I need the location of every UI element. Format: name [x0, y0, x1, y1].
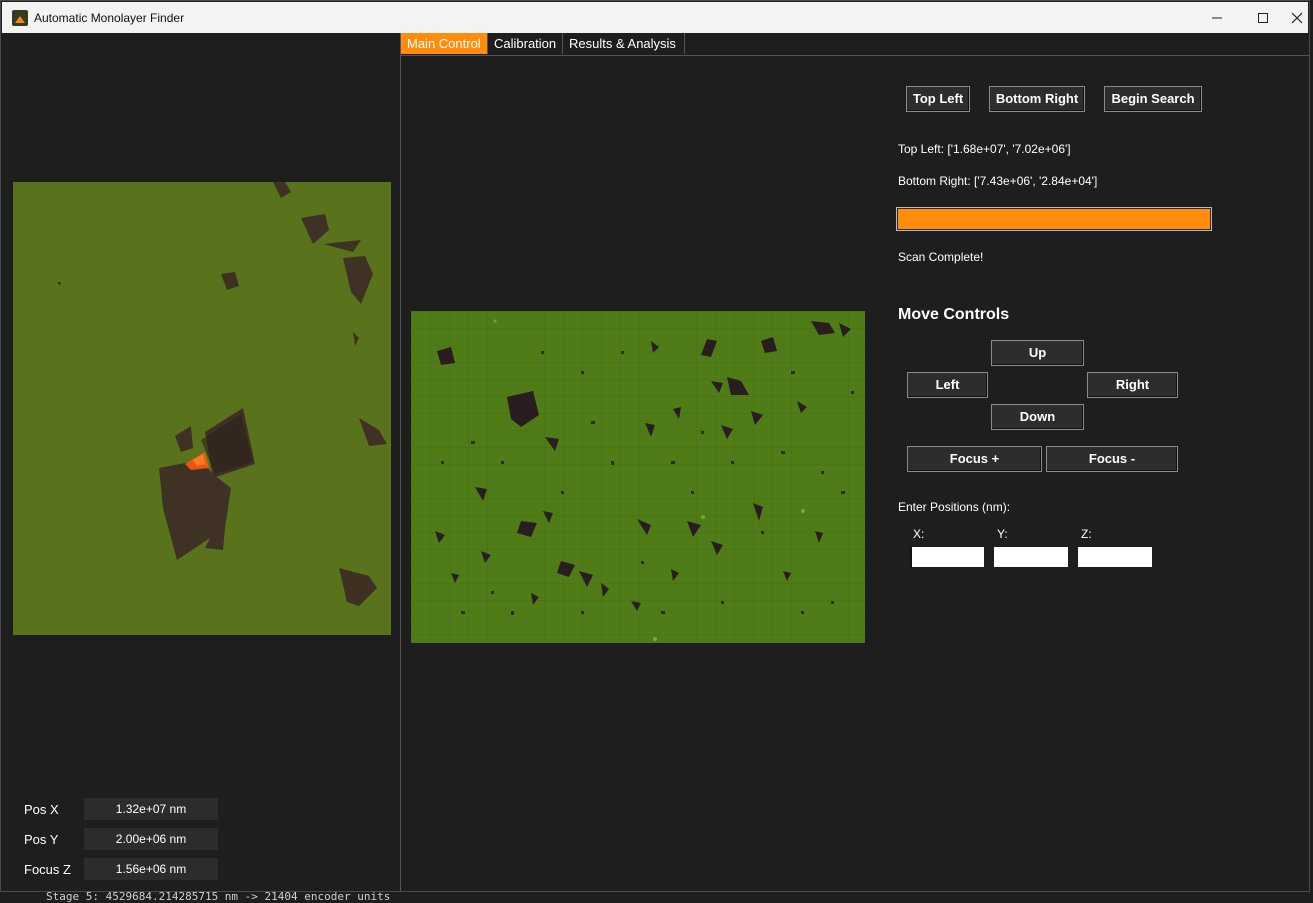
- live-panel: Pos X 1.32e+07 nm Pos Y 2.00e+06 nm Focu…: [2, 33, 401, 891]
- app-logo-icon: [12, 10, 28, 26]
- bottom-right-coords: Bottom Right: ['7.43e+06', '2.84e+04']: [898, 174, 1098, 188]
- maximize-button[interactable]: [1240, 2, 1286, 33]
- live-camera-image: [13, 182, 391, 635]
- tab-bar: Main Control Calibration Results & Analy…: [401, 33, 1309, 56]
- bottom-right-button[interactable]: Bottom Right: [989, 86, 1085, 112]
- pos-y-row: Pos Y 2.00e+06 nm: [24, 828, 224, 850]
- focus-minus-button[interactable]: Focus -: [1046, 446, 1178, 472]
- focus-z-label: Focus Z: [24, 862, 71, 877]
- pos-x-value: 1.32e+07 nm: [84, 798, 218, 820]
- pos-y-value: 2.00e+06 nm: [84, 828, 218, 850]
- title-bar: Automatic Monolayer Finder: [2, 2, 1308, 33]
- z-position-input[interactable]: [1078, 547, 1152, 567]
- top-left-coords: Top Left: ['1.68e+07', '7.02e+06']: [898, 142, 1071, 156]
- focus-plus-button[interactable]: Focus +: [907, 446, 1042, 472]
- scan-status: Scan Complete!: [898, 250, 984, 264]
- pos-x-row: Pos X 1.32e+07 nm: [24, 798, 224, 820]
- x-position-input[interactable]: [910, 547, 984, 567]
- minimize-button[interactable]: [1194, 2, 1240, 33]
- pos-x-label: Pos X: [24, 802, 59, 817]
- y-field-label: Y:: [997, 527, 1008, 541]
- tab-calibration[interactable]: Calibration: [488, 33, 563, 54]
- console-output-line: Stage 5: 4529684.214285715 nm -> 21404 e…: [46, 890, 391, 903]
- close-button[interactable]: [1286, 2, 1308, 33]
- top-left-button[interactable]: Top Left: [906, 86, 970, 112]
- move-up-button[interactable]: Up: [991, 340, 1084, 366]
- scan-progress-bar: [896, 207, 1212, 231]
- scan-progress-fill: [898, 209, 1210, 229]
- move-right-button[interactable]: Right: [1087, 372, 1178, 398]
- tab-results-analysis[interactable]: Results & Analysis: [563, 33, 685, 54]
- window-title: Automatic Monolayer Finder: [34, 11, 185, 25]
- enter-positions-heading: Enter Positions (nm):: [898, 500, 1011, 514]
- begin-search-button[interactable]: Begin Search: [1104, 86, 1202, 112]
- maximize-icon: [1258, 12, 1268, 23]
- move-controls-heading: Move Controls: [898, 306, 1010, 323]
- pos-y-label: Pos Y: [24, 832, 59, 847]
- minimize-icon: [1212, 17, 1222, 18]
- y-position-input[interactable]: [994, 547, 1068, 567]
- move-down-button[interactable]: Down: [991, 404, 1084, 430]
- scan-mosaic-image: [411, 311, 865, 643]
- app-window: Automatic Monolayer Finder Pos X 1.32e+0…: [0, 0, 1310, 892]
- z-field-label: Z:: [1081, 527, 1092, 541]
- x-field-label: X:: [913, 527, 925, 541]
- close-icon: [1291, 12, 1303, 23]
- focus-z-row: Focus Z 1.56e+06 nm: [24, 858, 224, 880]
- move-left-button[interactable]: Left: [907, 372, 988, 398]
- focus-z-value: 1.56e+06 nm: [84, 858, 218, 880]
- tab-main-control[interactable]: Main Control: [401, 33, 488, 54]
